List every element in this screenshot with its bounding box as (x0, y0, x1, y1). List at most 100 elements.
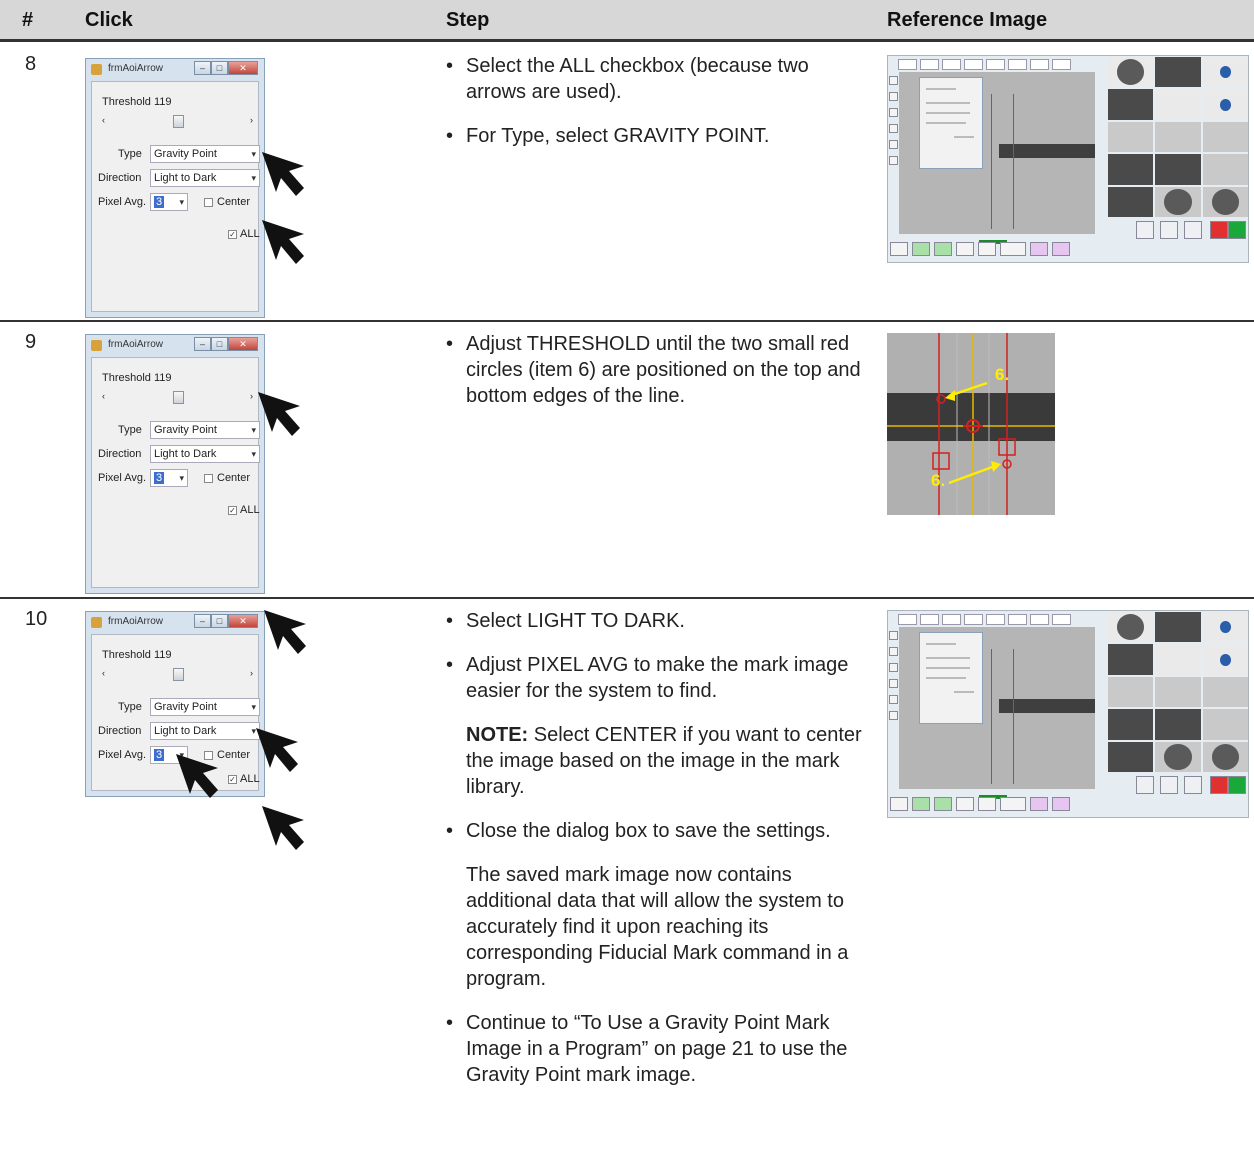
chevron-down-icon: ▾ (179, 473, 184, 483)
step-10-bullet-4: Continue to “To Use a Gravity Point Mark… (446, 1010, 866, 1088)
close-icon[interactable]: ✕ (228, 614, 258, 628)
dialog-title: frmAoiArrow (108, 339, 164, 350)
type-select[interactable]: Gravity Point ▾ (150, 145, 260, 163)
direction-select[interactable]: Light to Dark ▾ (150, 722, 260, 740)
step-10-bullet-3: Close the dialog box to save the setting… (446, 818, 866, 844)
header-step: Step (446, 9, 490, 31)
chevron-down-icon: ▾ (251, 425, 256, 435)
direction-value: Light to Dark (154, 172, 217, 184)
chevron-down-icon: ▾ (179, 197, 184, 207)
center-checkbox[interactable] (204, 198, 213, 207)
direction-select[interactable]: Light to Dark ▾ (150, 445, 260, 463)
pixel-avg-label: Pixel Avg. (98, 472, 147, 484)
center-checkbox[interactable] (204, 474, 213, 483)
row-divider (0, 597, 1254, 599)
dialog-titlebar: frmAoiArrow – □ ✕ (86, 59, 264, 81)
all-checkbox[interactable]: ✓ (228, 230, 237, 239)
header-num: # (22, 9, 34, 31)
dialog-titlebar: frmAoiArrow – □ ✕ (86, 335, 264, 357)
type-value: Gravity Point (154, 148, 217, 160)
dialog-step-8: frmAoiArrow – □ ✕ Threshold 119 ‹ › Type… (85, 58, 265, 318)
reference-screen-8 (887, 55, 1249, 263)
threshold-value: 119 (154, 649, 172, 661)
maximize-icon[interactable]: □ (211, 614, 228, 628)
step-10-text: Select LIGHT TO DARK. Adjust PIXEL AVG t… (446, 608, 866, 1106)
pointer-arrow-icon (176, 754, 218, 798)
callout-label-bottom: 6. (931, 471, 946, 490)
slider-thumb[interactable] (173, 668, 184, 681)
direction-label: Direction (98, 172, 142, 184)
step-10-bullet-1: Select LIGHT TO DARK. (446, 608, 866, 634)
dialog-title: frmAoiArrow (108, 63, 164, 74)
row-divider (0, 320, 1254, 322)
direction-value: Light to Dark (154, 725, 217, 737)
pixel-avg-label: Pixel Avg. (98, 196, 147, 208)
all-checkbox[interactable]: ✓ (228, 775, 237, 784)
type-label: Type (118, 148, 142, 160)
threshold-slider[interactable]: ‹ › (100, 667, 255, 683)
close-icon[interactable]: ✕ (228, 61, 258, 75)
direction-label: Direction (98, 725, 142, 737)
step-10-paragraph: The saved mark image now contains additi… (466, 864, 849, 990)
direction-value: Light to Dark (154, 448, 217, 460)
maximize-icon[interactable]: □ (211, 337, 228, 351)
pixel-avg-select[interactable]: 3 ▾ (150, 469, 188, 487)
close-icon[interactable]: ✕ (228, 337, 258, 351)
step-number-8: 8 (25, 53, 37, 75)
center-label: Center (217, 472, 251, 484)
header-reference-image: Reference Image (887, 9, 1048, 31)
pixel-avg-select[interactable]: 3 ▾ (150, 193, 188, 211)
step-8-bullet-1: Select the ALL checkbox (because two arr… (446, 53, 866, 105)
pixel-avg-label: Pixel Avg. (98, 749, 147, 761)
slider-thumb[interactable] (173, 115, 184, 128)
slider-thumb[interactable] (173, 391, 184, 404)
chevron-down-icon: ▾ (251, 449, 256, 459)
dialog-step-10: frmAoiArrow – □ ✕ Threshold 119 ‹ › Type… (85, 611, 265, 797)
pixel-avg-value: 3 (154, 196, 165, 208)
threshold-slider[interactable]: ‹ › (100, 390, 255, 406)
step-9-text: Adjust THRESHOLD until the two small red… (446, 331, 866, 427)
pointer-arrow-icon (262, 220, 304, 264)
step-number-9: 9 (25, 331, 37, 353)
minimize-icon[interactable]: – (194, 337, 211, 351)
step-9-bullet-1: Adjust THRESHOLD until the two small red… (446, 331, 866, 409)
dialog-title: frmAoiArrow (108, 616, 164, 627)
step-number-10: 10 (25, 608, 48, 630)
threshold-value: 119 (154, 372, 172, 384)
threshold-label: Threshold (102, 649, 151, 661)
chevron-down-icon: ▾ (251, 173, 256, 183)
minimize-icon[interactable]: – (194, 614, 211, 628)
maximize-icon[interactable]: □ (211, 61, 228, 75)
pointer-arrow-icon (264, 610, 306, 654)
app-icon (91, 617, 102, 628)
threshold-label: Threshold (102, 372, 151, 384)
type-select[interactable]: Gravity Point ▾ (150, 421, 260, 439)
pixel-avg-value: 3 (154, 472, 165, 484)
callout-label-top: 6. (995, 365, 1010, 384)
direction-select[interactable]: Light to Dark ▾ (150, 169, 260, 187)
type-label: Type (118, 424, 142, 436)
direction-label: Direction (98, 448, 142, 460)
threshold-value: 119 (154, 96, 172, 108)
all-label: ALL (240, 504, 260, 516)
chevron-down-icon: ▾ (251, 149, 256, 159)
chevron-down-icon: ▾ (251, 702, 256, 712)
reference-screen-10 (887, 610, 1249, 818)
pointer-arrow-icon (258, 392, 300, 436)
reference-closeup-9: 6. 6. (887, 333, 1055, 515)
header-click: Click (85, 9, 133, 31)
step-10-bullet-2: Adjust PIXEL AVG to make the mark image … (446, 652, 866, 704)
dialog-step-9: frmAoiArrow – □ ✕ Threshold 119 ‹ › Type… (85, 334, 265, 594)
all-checkbox[interactable]: ✓ (228, 506, 237, 515)
dialog-titlebar: frmAoiArrow – □ ✕ (86, 612, 264, 634)
center-label: Center (217, 196, 251, 208)
threshold-slider[interactable]: ‹ › (100, 114, 255, 130)
minimize-icon[interactable]: – (194, 61, 211, 75)
type-label: Type (118, 701, 142, 713)
threshold-label: Threshold (102, 96, 151, 108)
type-select[interactable]: Gravity Point ▾ (150, 698, 260, 716)
note-label: NOTE: (466, 724, 529, 746)
all-label: ALL (240, 228, 260, 240)
type-value: Gravity Point (154, 424, 217, 436)
app-icon (91, 340, 102, 351)
